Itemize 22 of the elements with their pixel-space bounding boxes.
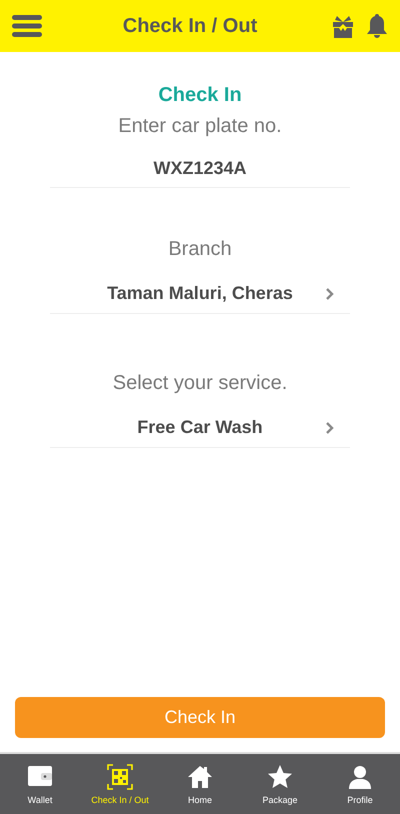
- field-label: Enter car plate no.: [118, 115, 282, 138]
- bell-icon[interactable]: [366, 13, 388, 39]
- gift-icon[interactable]: [330, 14, 356, 38]
- plate-input-field[interactable]: WXZ1234A: [50, 158, 350, 188]
- form-heading: Check In: [158, 84, 242, 107]
- nav-tab[interactable]: Profile: [320, 763, 400, 805]
- home-icon: [186, 763, 214, 791]
- star-icon: [266, 763, 294, 791]
- nav-tab[interactable]: Package: [240, 763, 320, 805]
- nav-tab[interactable]: Home: [160, 763, 240, 805]
- select-field[interactable]: Free Car Wash: [50, 417, 350, 448]
- qr-code-icon: [106, 763, 134, 791]
- field-label: Branch: [168, 238, 232, 261]
- menu-icon[interactable]: [12, 15, 42, 37]
- chevron-right-icon: [325, 421, 334, 435]
- nav-tab[interactable]: Wallet: [0, 763, 80, 805]
- person-icon: [346, 763, 374, 791]
- nav-tab[interactable]: Check In / Out: [80, 763, 160, 805]
- select-field[interactable]: Taman Maluri, Cheras: [50, 283, 350, 314]
- page-title: Check In / Out: [122, 14, 258, 38]
- chevron-right-icon: [325, 287, 334, 301]
- field-label: Select your service.: [112, 372, 288, 395]
